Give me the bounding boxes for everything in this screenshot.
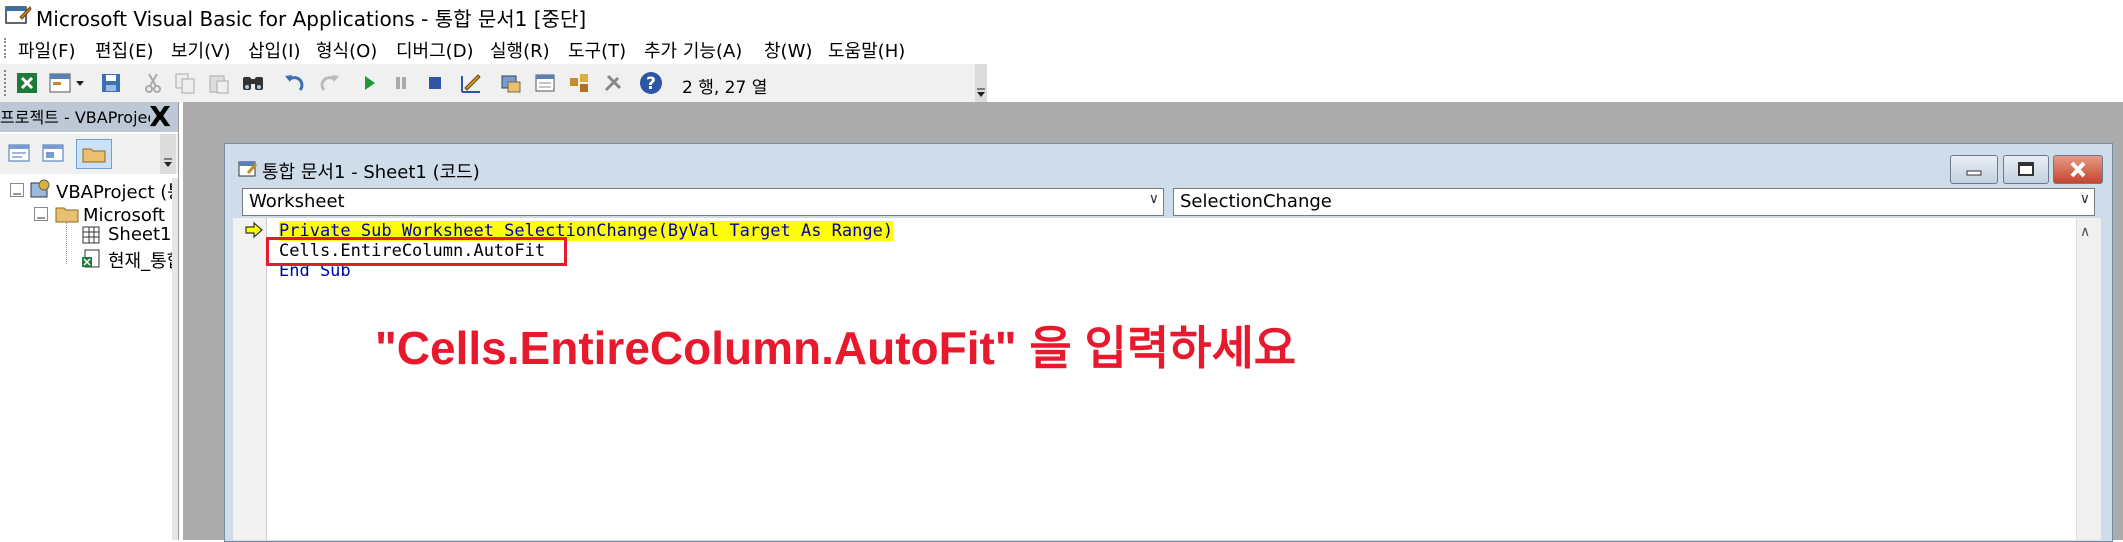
redo-icon: [314, 68, 344, 98]
break-icon: [386, 68, 416, 98]
procedure-combo-value: SelectionChange: [1180, 191, 1332, 212]
menu-help[interactable]: 도움말(H): [828, 37, 905, 63]
design-mode-icon[interactable]: [456, 68, 486, 98]
workbook-icon: [80, 247, 102, 269]
project-pane-title: 프로젝트 - VBAProject: [0, 108, 150, 127]
chevron-down-icon[interactable]: ∨: [2080, 191, 2090, 207]
code-editor[interactable]: [267, 218, 2076, 540]
object-combo[interactable]: Worksheet ∨: [242, 188, 1164, 216]
view-object-icon[interactable]: [38, 139, 68, 167]
window-title: Microsoft Visual Basic for Applications …: [36, 7, 587, 31]
menu-edit[interactable]: 편집(E): [95, 37, 154, 63]
run-icon[interactable]: [354, 68, 384, 98]
menu-view[interactable]: 보기(V): [171, 37, 230, 63]
standard-toolbar: ? 2 행, 27 열: [0, 64, 986, 102]
annotation-instruction: "Cells.EntireColumn.AutoFit" 을 입력하세요: [375, 322, 1297, 374]
svg-text:?: ?: [646, 74, 656, 94]
vbaproject-icon: [28, 178, 52, 200]
tree-connector: [66, 222, 68, 264]
menu-debug[interactable]: 디버그(D): [396, 37, 474, 63]
reset-icon[interactable]: [420, 68, 450, 98]
project-pane-close-button[interactable]: X: [146, 103, 174, 131]
toolbar-grip[interactable]: [4, 70, 10, 96]
undo-icon[interactable]: [280, 68, 310, 98]
copy-icon: [170, 68, 200, 98]
properties-icon[interactable]: [530, 68, 560, 98]
code-window-title: 통합 문서1 - Sheet1 (코드): [262, 162, 480, 183]
menu-run[interactable]: 실행(R): [490, 37, 550, 63]
project-toolbar-overflow[interactable]: [160, 134, 176, 174]
chevron-down-icon[interactable]: ∨: [1149, 191, 1159, 207]
cut-icon: [138, 68, 168, 98]
project-explorer-icon[interactable]: [496, 68, 526, 98]
menu-tools[interactable]: 도구(T): [568, 37, 626, 63]
execution-arrow-icon: [244, 221, 264, 239]
menu-window[interactable]: 창(W): [764, 37, 812, 63]
sheet-icon: [80, 224, 102, 246]
scroll-up-icon[interactable]: ∧: [2080, 224, 2090, 240]
close-button[interactable]: [2053, 155, 2103, 184]
annotation-highlight-box: [266, 237, 567, 266]
menu-grip[interactable]: [4, 38, 10, 58]
folder-icon: [54, 202, 80, 224]
project-pane-toolbar: [0, 134, 178, 174]
find-icon[interactable]: [238, 68, 268, 98]
procedure-combo[interactable]: SelectionChange ∨: [1173, 188, 2095, 216]
tree-thisworkbook[interactable]: 현재_통합_문서: [108, 247, 174, 273]
save-icon[interactable]: [96, 68, 126, 98]
toolbox-icon[interactable]: [598, 68, 628, 98]
code-window-icon: [236, 159, 258, 179]
minimize-button[interactable]: [1950, 155, 1998, 184]
tree-collapse-toggle[interactable]: [10, 183, 24, 197]
menu-bar: 파일(F) 편집(E) 보기(V) 삽입(I) 형식(O) 디버그(D) 실행(…: [0, 32, 2123, 64]
project-tree-scrollbar[interactable]: [172, 178, 178, 540]
restore-button[interactable]: [2003, 155, 2049, 184]
view-code-icon[interactable]: [4, 139, 34, 167]
cursor-position: 2 행, 27 열: [682, 78, 768, 98]
tree-collapse-toggle[interactable]: [34, 207, 48, 221]
menu-addins[interactable]: 추가 기능(A): [644, 37, 742, 63]
toolbar-options-button[interactable]: [975, 64, 987, 102]
menu-insert[interactable]: 삽입(I): [248, 37, 300, 63]
menu-file[interactable]: 파일(F): [18, 37, 76, 63]
vba-app-icon: [4, 3, 32, 27]
object-browser-icon[interactable]: [564, 68, 594, 98]
insert-userform-icon[interactable]: [46, 68, 86, 98]
menu-format[interactable]: 형식(O): [316, 37, 377, 63]
toggle-folders-icon[interactable]: [76, 139, 112, 169]
excel-icon[interactable]: [12, 68, 42, 98]
object-combo-value: Worksheet: [249, 191, 345, 212]
margin-indicator-bar[interactable]: [233, 218, 267, 540]
help-icon[interactable]: ?: [636, 68, 666, 98]
tree-sheet1[interactable]: Sheet1: [108, 224, 174, 245]
paste-icon: [204, 68, 234, 98]
editor-vertical-scrollbar[interactable]: [2076, 218, 2101, 540]
